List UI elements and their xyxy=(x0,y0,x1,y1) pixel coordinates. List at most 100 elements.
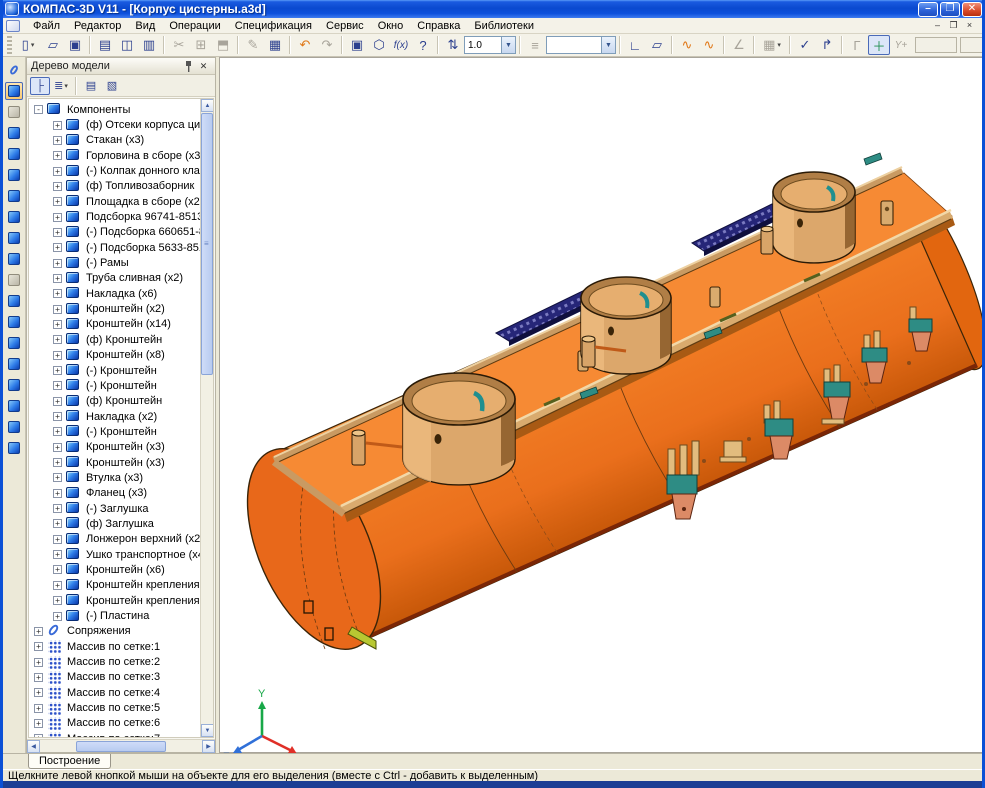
scroll-right-icon[interactable]: ▶ xyxy=(202,740,215,753)
tree-item[interactable]: + Сопряжения xyxy=(29,624,200,639)
tree-item[interactable]: + (-) Кронштейн xyxy=(29,424,200,439)
scroll-up-icon[interactable]: ▲ xyxy=(201,99,214,112)
expand-icon[interactable]: + xyxy=(53,550,62,559)
redo-button[interactable]: ↷ xyxy=(316,35,338,55)
tree-item[interactable]: + Массив по сетке:6 xyxy=(29,716,200,731)
gray-panel-icon[interactable] xyxy=(5,271,23,289)
expand-icon[interactable]: + xyxy=(53,596,62,605)
tree-item[interactable]: + (ф) Заглушка xyxy=(29,516,200,531)
spec-panel-icon[interactable] xyxy=(5,397,23,415)
menu-item[interactable]: Справка xyxy=(410,19,467,33)
expand-icon[interactable]: + xyxy=(53,151,62,160)
expand-icon[interactable]: + xyxy=(34,627,43,636)
tree-item[interactable]: + (-) Колпак донного клапана xyxy=(29,163,200,178)
sep[interactable] xyxy=(89,36,91,54)
expand-icon[interactable]: + xyxy=(53,351,62,360)
copy-button[interactable]: ⊞ xyxy=(190,35,212,55)
tree-item[interactable]: + Массив по сетке:4 xyxy=(29,685,200,700)
manhole-2[interactable] xyxy=(581,277,671,374)
tree-item[interactable]: + Накладка (x2) xyxy=(29,409,200,424)
expand-icon[interactable]: + xyxy=(53,473,62,482)
close-button[interactable]: ✕ xyxy=(962,2,982,17)
edit-part-panel-icon[interactable] xyxy=(5,103,23,121)
expand-icon[interactable]: + xyxy=(34,658,43,667)
manhole-3[interactable] xyxy=(761,172,855,263)
tree-item[interactable]: + Фланец (x3) xyxy=(29,486,200,501)
undo-button[interactable]: ↶ xyxy=(294,35,316,55)
coordinate-y-field[interactable] xyxy=(960,37,985,53)
tree-item[interactable]: + Массив по сетке:5 xyxy=(29,700,200,715)
tree-item[interactable]: + Горловина в сборе (x3) xyxy=(29,148,200,163)
tree-item[interactable]: + (-) Рамы xyxy=(29,255,200,270)
child-minimize-button[interactable]: – xyxy=(931,20,944,31)
tree-item[interactable]: + Ушко транспортное (x4) xyxy=(29,547,200,562)
menu-item[interactable]: Библиотеки xyxy=(467,19,541,33)
tree-item[interactable]: + Кронштейн (x6) xyxy=(29,562,200,577)
tree-item[interactable]: + Подсборка 96741-8513405 2 т xyxy=(29,209,200,224)
title-bar[interactable]: КОМПАС-3D V11 - [Корпус цистерны.a3d] – … xyxy=(0,0,985,18)
expand-icon[interactable]: + xyxy=(53,535,62,544)
tree-structure-button[interactable]: ├ xyxy=(30,77,50,95)
corner-button[interactable]: Γ xyxy=(846,35,868,55)
minimize-button[interactable]: – xyxy=(918,2,938,17)
tree-composition-button[interactable]: ≣ xyxy=(51,77,71,95)
tree-item[interactable]: + Лонжерон верхний (x2) xyxy=(29,532,200,547)
chevron-down-icon[interactable]: ▼ xyxy=(501,37,515,53)
mates-panel-icon[interactable] xyxy=(5,61,23,79)
rounding-panel-icon[interactable] xyxy=(5,334,23,352)
expand-icon[interactable]: + xyxy=(53,612,62,621)
tree-item[interactable]: + Стакан (x3) xyxy=(29,133,200,148)
expand-icon[interactable]: + xyxy=(34,734,43,737)
tree-item[interactable]: + Площадка в сборе (x2) xyxy=(29,194,200,209)
expand-icon[interactable]: + xyxy=(53,427,62,436)
tree-item[interactable]: + (ф) Кронштейн xyxy=(29,332,200,347)
arrays-panel-icon[interactable] xyxy=(5,187,23,205)
open-button[interactable]: ▱ xyxy=(42,35,64,55)
scroll-thumb[interactable] xyxy=(201,113,213,375)
document-properties-button[interactable]: ▥ xyxy=(138,35,160,55)
expand-icon[interactable]: + xyxy=(53,136,62,145)
tree-item[interactable]: + (-) Подсборка 660651-8513408 xyxy=(29,225,200,240)
tree-item[interactable]: + Кронштейн крепления площа, xyxy=(29,578,200,593)
print-button[interactable]: ▤ xyxy=(94,35,116,55)
expand-icon[interactable]: + xyxy=(53,565,62,574)
sketch-edit-button[interactable]: ▱ xyxy=(646,35,668,55)
menu-item[interactable]: Файл xyxy=(26,19,67,33)
model-canvas[interactable]: Y X Z xyxy=(220,58,985,754)
expand-icon[interactable]: + xyxy=(53,412,62,421)
tree-item[interactable]: + Кронштейн (x14) xyxy=(29,317,200,332)
expand-icon[interactable]: + xyxy=(53,458,62,467)
cut-button[interactable]: ✂ xyxy=(168,35,190,55)
elements-panel-icon[interactable] xyxy=(5,439,23,457)
layers-combobox[interactable]: ▼ xyxy=(546,36,616,54)
auxiliary-geometry-panel-icon[interactable] xyxy=(5,166,23,184)
body-panel-icon[interactable] xyxy=(5,292,23,310)
sep[interactable] xyxy=(163,36,165,54)
tree-item[interactable]: + (-) Пластина xyxy=(29,608,200,623)
scroll-down-icon[interactable]: ▼ xyxy=(201,724,214,737)
save-button[interactable]: ▣ xyxy=(64,35,86,55)
expand-icon[interactable]: + xyxy=(34,673,43,682)
expand-icon[interactable]: + xyxy=(53,581,62,590)
close-icon[interactable]: ✕ xyxy=(196,60,211,73)
expand-icon[interactable]: + xyxy=(53,489,62,498)
menu-item[interactable]: Окно xyxy=(371,19,411,33)
scroll-thumb[interactable] xyxy=(76,741,166,752)
paste-button[interactable]: ⬒ xyxy=(212,35,234,55)
expand-icon[interactable]: + xyxy=(53,213,62,222)
tree-item[interactable]: + (-) Кронштейн xyxy=(29,363,200,378)
xy-coordinate-button[interactable]: ＋ xyxy=(868,35,890,55)
spec-table-button[interactable]: ▦ xyxy=(264,35,286,55)
spline-button[interactable]: ∿ xyxy=(676,35,698,55)
angle-button[interactable]: ∠ xyxy=(728,35,750,55)
tree-item[interactable]: + (ф) Отсеки корпуса цистерны xyxy=(29,117,200,132)
ortho-drawing-button[interactable]: ↱ xyxy=(816,35,838,55)
menu-item[interactable]: Сервис xyxy=(319,19,371,33)
spatial-curves-panel-icon[interactable] xyxy=(5,124,23,142)
sep[interactable] xyxy=(341,36,343,54)
document-icon[interactable] xyxy=(6,20,20,32)
grid-button[interactable]: ▦ xyxy=(758,35,786,55)
restore-button[interactable]: ❐ xyxy=(940,2,960,17)
expand-icon[interactable]: + xyxy=(53,519,62,528)
print-preview-button[interactable]: ◫ xyxy=(116,35,138,55)
